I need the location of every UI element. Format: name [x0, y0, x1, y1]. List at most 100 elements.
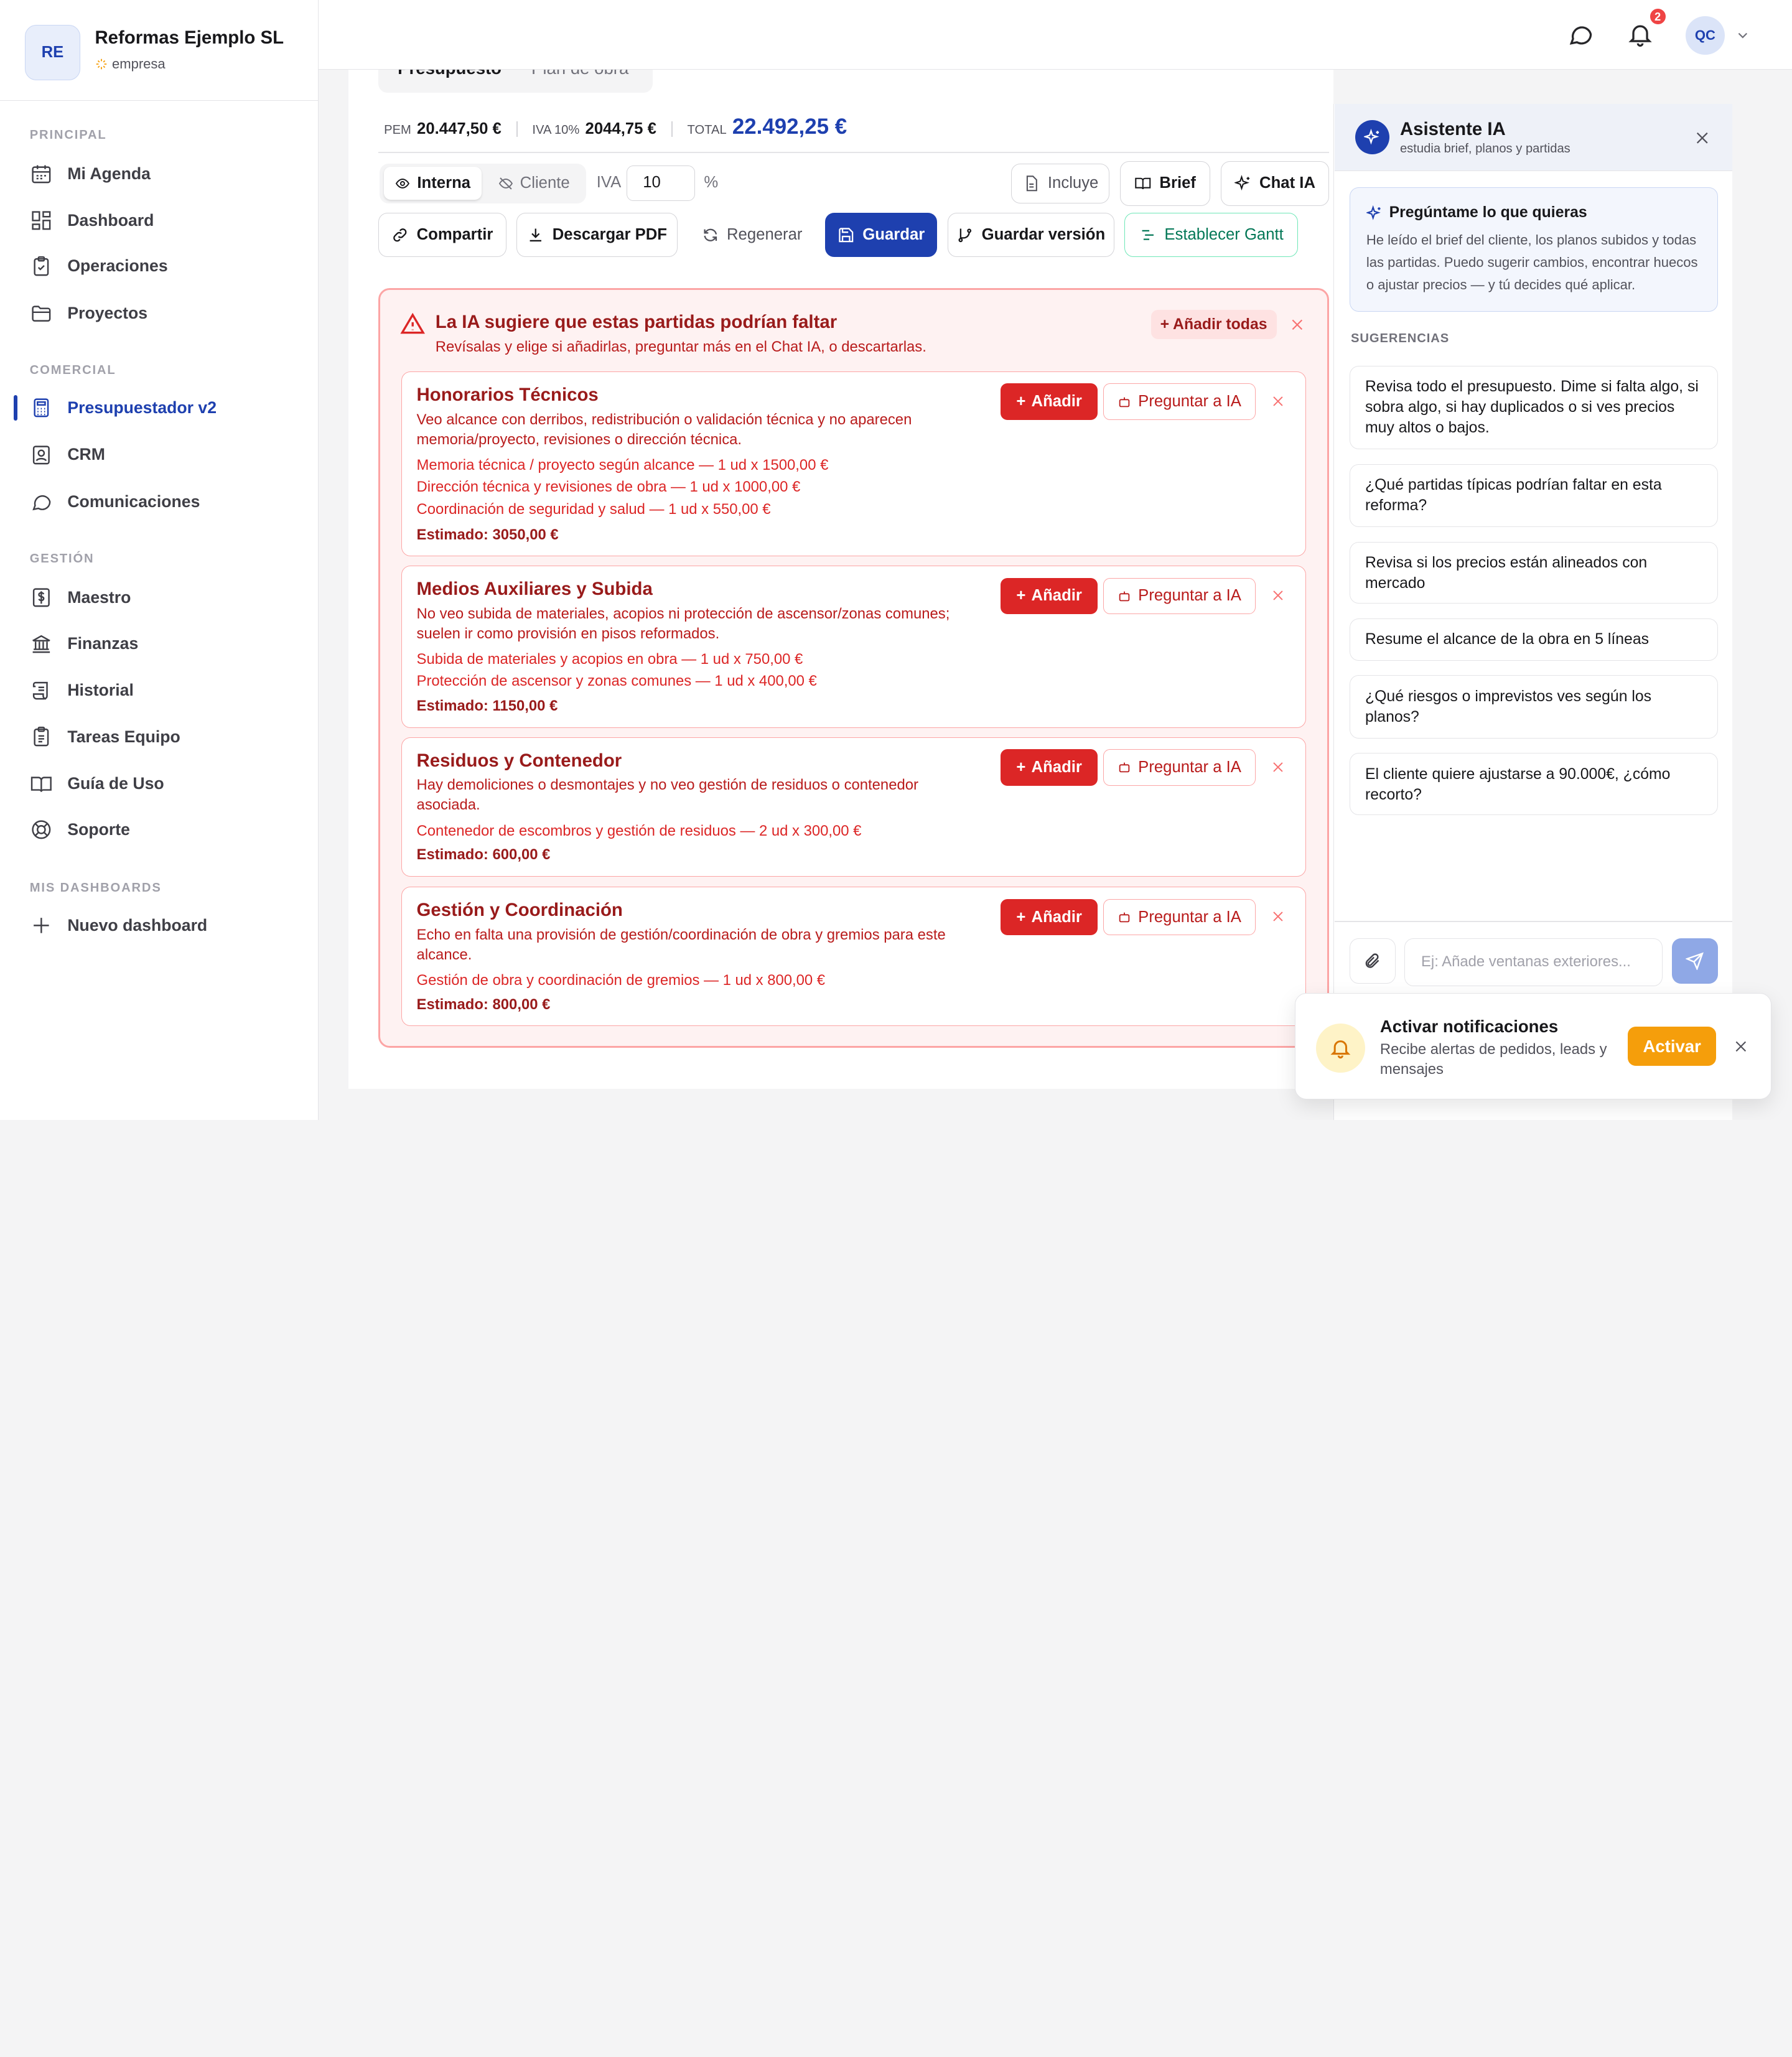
- sidebar-item-crm[interactable]: CRM: [16, 434, 302, 475]
- view-tabs: Presupuesto Plan de obra: [378, 70, 653, 93]
- chat-bubble-icon[interactable]: [1567, 21, 1594, 48]
- download-pdf-button[interactable]: Descargar PDF: [516, 212, 678, 258]
- add-suggestion-button[interactable]: + Añadir: [1001, 383, 1098, 421]
- sparkle-icon: [1234, 175, 1249, 191]
- dismiss-icon[interactable]: [1271, 909, 1286, 924]
- save-version-label: Guardar versión: [981, 225, 1106, 243]
- dismiss-icon[interactable]: [1271, 394, 1286, 409]
- ask-ai-label: Preguntar a IA: [1138, 393, 1241, 411]
- plus-icon: +: [1016, 587, 1026, 605]
- notification-toast: Activar notificaciones Recibe alertas de…: [1294, 993, 1771, 1099]
- company-header[interactable]: RE Reformas Ejemplo SL empresa: [0, 0, 319, 101]
- set-gantt-button[interactable]: Establecer Gantt: [1124, 212, 1299, 258]
- set-gantt-label: Establecer Gantt: [1164, 225, 1284, 243]
- sidebar-item-label: Proyectos: [67, 303, 148, 322]
- share-button[interactable]: Compartir: [378, 212, 506, 258]
- bot-icon: [1119, 763, 1130, 773]
- suggestion-card: Medios Auxiliares y Subida No veo subida…: [401, 566, 1307, 728]
- save-button[interactable]: Guardar: [825, 212, 938, 258]
- plus-icon: +: [1016, 908, 1026, 926]
- plus-icon: +: [1016, 393, 1026, 411]
- tab-plan-de-obra[interactable]: Plan de obra: [531, 70, 628, 78]
- tab-presupuesto[interactable]: Presupuesto: [398, 70, 502, 78]
- folder-icon: [32, 306, 51, 322]
- sidebar-item-mi-agenda[interactable]: Mi Agenda: [16, 153, 302, 194]
- sidebar-item-dashboard[interactable]: Dashboard: [16, 200, 302, 241]
- attach-button[interactable]: [1350, 938, 1396, 984]
- section-gestion: GESTIÓN: [29, 552, 95, 566]
- close-icon[interactable]: [1694, 129, 1711, 147]
- chat-ia-button[interactable]: Chat IA: [1220, 161, 1330, 206]
- pem-value: 20.447,50 €: [417, 119, 502, 138]
- sidebar-item-presupuestador[interactable]: Presupuestador v2: [14, 388, 302, 429]
- incluye-button[interactable]: Incluye: [1011, 163, 1110, 203]
- user-avatar[interactable]: QC: [1686, 16, 1725, 55]
- app-root: RE Reformas Ejemplo SL empresa PRINCIPAL…: [0, 0, 1792, 1120]
- close-icon[interactable]: [1733, 1038, 1749, 1055]
- prompt-suggestion[interactable]: Resume el alcance de la obra en 5 líneas: [1350, 618, 1718, 661]
- add-suggestion-button[interactable]: + Añadir: [1001, 898, 1098, 936]
- sidebar-item-label: Tareas Equipo: [67, 727, 180, 747]
- prompt-suggestion[interactable]: ¿Qué partidas típicas podrían faltar en …: [1350, 464, 1718, 527]
- view-client-button[interactable]: Cliente: [487, 167, 581, 200]
- close-icon[interactable]: [1289, 317, 1305, 333]
- send-button[interactable]: [1672, 938, 1718, 984]
- save-version-button[interactable]: Guardar versión: [947, 212, 1114, 258]
- ask-ai-button[interactable]: Preguntar a IA: [1103, 749, 1256, 786]
- message-icon: [32, 495, 51, 511]
- prompt-suggestion[interactable]: El cliente quiere ajustarse a 90.000€, ¿…: [1350, 753, 1718, 815]
- suggestion-line: Protección de ascensor y zonas comunes —…: [416, 672, 817, 689]
- lifebuoy-icon: [32, 820, 51, 839]
- sidebar-item-tareas-equipo[interactable]: Tareas Equipo: [16, 717, 302, 758]
- gantt-icon: [1142, 230, 1154, 240]
- suggestion-card: Gestión y Coordinación Echo en falta una…: [401, 887, 1307, 1027]
- view-internal-button[interactable]: Interna: [384, 167, 482, 200]
- bell-icon[interactable]: [1626, 21, 1654, 48]
- suggestion-line: Dirección técnica y revisiones de obra —…: [416, 478, 801, 495]
- view-toggle: Interna Cliente: [379, 163, 587, 203]
- dismiss-icon[interactable]: [1271, 760, 1286, 775]
- sidebar-item-proyectos[interactable]: Proyectos: [16, 292, 302, 334]
- add-suggestion-button[interactable]: + Añadir: [1001, 749, 1098, 786]
- chat-input[interactable]: Ej: Añade ventanas exteriores...: [1404, 938, 1663, 987]
- ask-ai-button[interactable]: Preguntar a IA: [1103, 383, 1256, 421]
- iva-label: IVA 10%: [532, 123, 580, 137]
- chat-ia-label: Chat IA: [1259, 174, 1316, 192]
- sidebar-item-label: Nuevo dashboard: [67, 916, 208, 935]
- add-all-button[interactable]: + Añadir todas: [1150, 309, 1277, 340]
- ask-ai-button[interactable]: Preguntar a IA: [1103, 898, 1256, 936]
- sidebar-item-soporte[interactable]: Soporte: [16, 809, 302, 850]
- ask-ai-button[interactable]: Preguntar a IA: [1103, 577, 1256, 615]
- brief-button[interactable]: Brief: [1119, 161, 1211, 206]
- dollar-file-icon: [32, 588, 50, 607]
- suggestion-estimate: Estimado: 600,00 €: [416, 846, 551, 864]
- chevron-down-icon[interactable]: [1735, 27, 1751, 44]
- suggestion-estimate: Estimado: 1150,00 €: [416, 697, 558, 715]
- sidebar-item-operaciones[interactable]: Operaciones: [16, 246, 302, 287]
- toast-bell: [1316, 1023, 1365, 1073]
- total-value: 22.492,25 €: [732, 114, 847, 139]
- prompt-suggestion[interactable]: Revisa si los precios están alineados co…: [1350, 541, 1718, 604]
- suggestion-description: Hay demoliciones o desmontajes y no veo …: [416, 777, 918, 814]
- prompt-suggestion[interactable]: ¿Qué riesgos o imprevistos ves según los…: [1350, 675, 1718, 739]
- add-suggestion-button[interactable]: + Añadir: [1001, 577, 1098, 615]
- sidebar-item-historial[interactable]: Historial: [16, 669, 302, 711]
- sidebar-item-nuevo-dashboard[interactable]: Nuevo dashboard: [16, 905, 302, 946]
- sidebar-item-comunicaciones[interactable]: Comunicaciones: [16, 481, 302, 522]
- sidebar-item-label: Soporte: [67, 819, 130, 839]
- sidebar-item-guia-de-uso[interactable]: Guía de Uso: [16, 763, 302, 805]
- suggestion-description: Echo en falta una provisión de gestión/c…: [416, 926, 946, 964]
- bot-icon: [1119, 591, 1130, 602]
- sidebar-item-finanzas[interactable]: Finanzas: [16, 623, 302, 664]
- regenerate-button[interactable]: Regenerar: [689, 212, 815, 258]
- iva-input[interactable]: 10: [626, 166, 695, 202]
- clipboard-list-icon: [34, 727, 49, 747]
- divider: [378, 152, 1330, 154]
- activate-button[interactable]: Activar: [1628, 1027, 1716, 1066]
- contact-icon: [32, 445, 50, 464]
- regenerate-label: Regenerar: [727, 225, 803, 243]
- dismiss-icon[interactable]: [1271, 588, 1286, 603]
- sidebar-item-maestro[interactable]: Maestro: [16, 577, 302, 618]
- prompt-suggestion[interactable]: Revisa todo el presupuesto. Dime si falt…: [1350, 365, 1718, 449]
- sidebar-item-label: Dashboard: [67, 210, 154, 230]
